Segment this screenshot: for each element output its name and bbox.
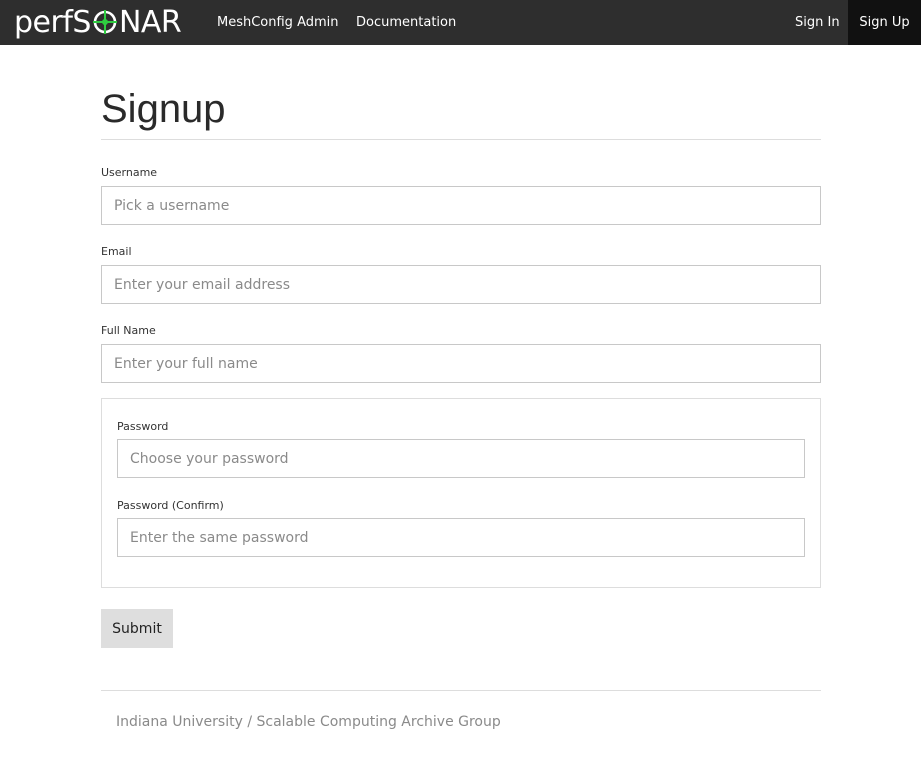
page-title: Signup: [101, 87, 226, 131]
nav-documentation[interactable]: Documentation: [356, 0, 456, 45]
nav-meshconfig-admin[interactable]: MeshConfig Admin: [217, 0, 339, 45]
email-label: Email: [101, 245, 132, 258]
password-confirm-input[interactable]: [117, 518, 805, 557]
top-navbar: perfS NAR MeshConfig Admin Documentation…: [0, 0, 921, 45]
password-input[interactable]: [117, 439, 805, 478]
email-input[interactable]: [101, 265, 821, 304]
perfsonar-logo[interactable]: perfS NAR: [14, 4, 182, 40]
username-input[interactable]: [101, 186, 821, 225]
footer-text: Indiana University / Scalable Computing …: [116, 714, 501, 730]
title-divider: [101, 139, 821, 140]
username-label: Username: [101, 166, 158, 179]
nav-sign-in[interactable]: Sign In: [795, 0, 840, 45]
crosshair-logo-icon: [92, 10, 117, 34]
footer-divider: [101, 690, 821, 691]
nav-sign-up[interactable]: Sign Up: [848, 0, 921, 45]
password-group: Password Password (Confirm): [101, 398, 821, 588]
fullname-label: Full Name: [101, 324, 156, 337]
password-confirm-label: Password (Confirm): [117, 499, 224, 512]
submit-button[interactable]: Submit: [101, 609, 173, 648]
brand-text-suffix: NAR: [118, 4, 182, 40]
brand-text-prefix: perfS: [14, 4, 91, 40]
password-label: Password: [117, 420, 169, 433]
fullname-input[interactable]: [101, 344, 821, 383]
